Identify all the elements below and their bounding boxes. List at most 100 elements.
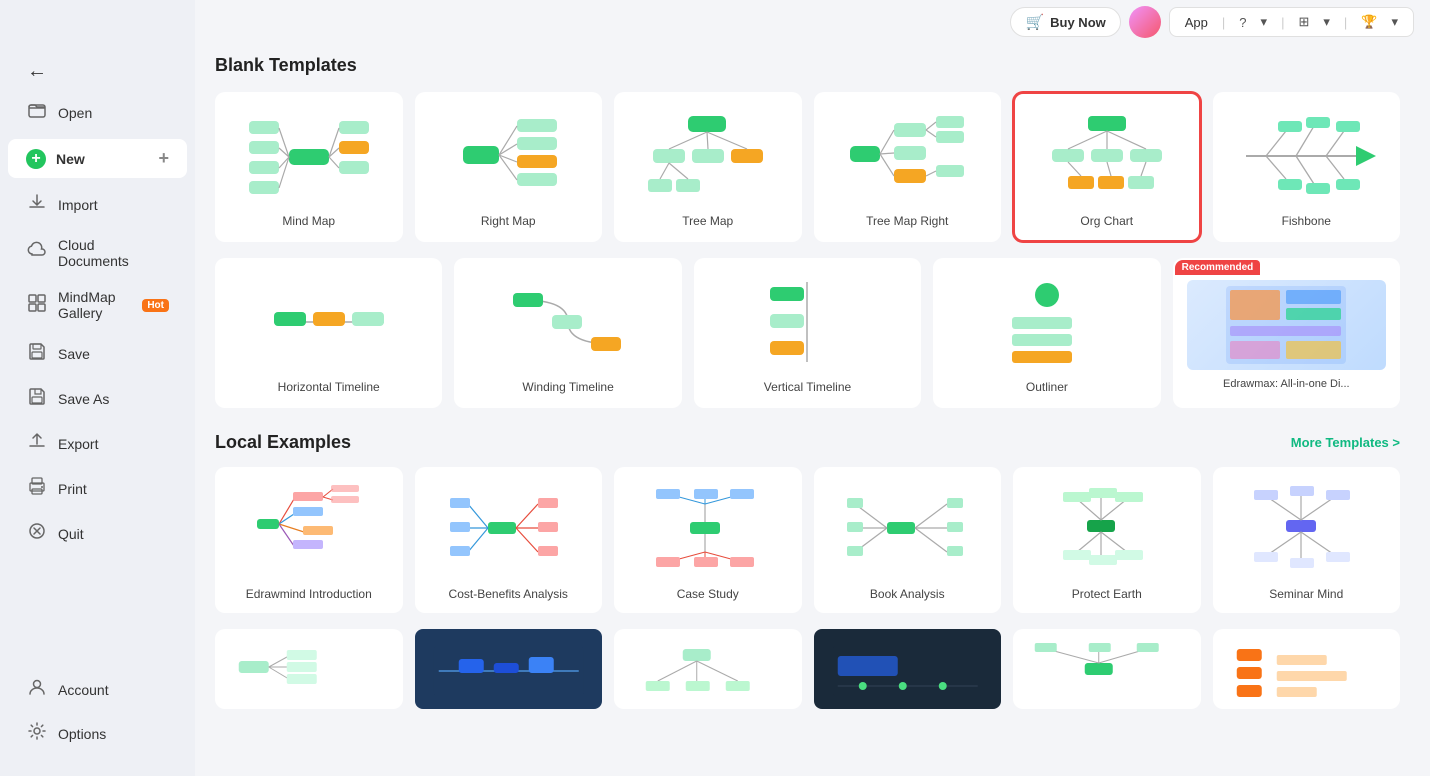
print-icon — [26, 476, 48, 501]
top-bar: 🛒 Buy Now App | ? ▾ | ⊞ ▾ | 🏆 ▾ — [994, 0, 1430, 44]
buy-now-label: Buy Now — [1050, 15, 1106, 30]
cost-benefits-preview — [427, 479, 591, 579]
tree-map-right-preview — [828, 106, 988, 206]
bottom-card-2[interactable] — [415, 629, 603, 709]
sidebar-item-open[interactable]: Open — [8, 91, 187, 134]
example-book-analysis[interactable]: Book Analysis — [814, 467, 1002, 613]
sidebar-item-save[interactable]: Save — [8, 332, 187, 375]
toolbar-divider2: | — [1276, 13, 1289, 32]
template-horizontal-timeline[interactable]: Horizontal Timeline — [215, 258, 442, 408]
back-button[interactable]: ← — [8, 51, 187, 89]
toolbar-divider3: | — [1339, 13, 1352, 32]
horizontal-timeline-label: Horizontal Timeline — [278, 380, 380, 394]
edrawmax-preview — [1187, 280, 1386, 370]
protect-earth-preview — [1025, 479, 1189, 579]
cloud-icon — [26, 241, 48, 266]
grid-chevron[interactable]: ▾ — [1318, 12, 1335, 32]
open-icon — [26, 100, 48, 125]
sidebar-item-account[interactable]: Account — [8, 668, 187, 711]
help-icon[interactable]: ? — [1234, 13, 1251, 32]
right-map-preview — [429, 106, 589, 206]
app-toolbar: App | ? ▾ | ⊞ ▾ | 🏆 ▾ — [1169, 7, 1414, 37]
new-icon: + — [26, 149, 46, 169]
local-examples-title: Local Examples — [215, 432, 351, 453]
sidebar-item-cloud[interactable]: Cloud Documents — [8, 228, 187, 278]
help-chevron[interactable]: ▾ — [1256, 12, 1273, 32]
sidebar-import-label: Import — [58, 197, 98, 213]
sidebar-quit-label: Quit — [58, 526, 84, 542]
sidebar-bottom: Account Options — [0, 667, 195, 766]
import-icon — [26, 192, 48, 217]
horizontal-timeline-preview — [229, 272, 428, 372]
buy-now-button[interactable]: 🛒 Buy Now — [1010, 7, 1120, 37]
outliner-preview — [947, 272, 1146, 372]
sidebar-item-gallery[interactable]: MindMap Gallery Hot — [8, 280, 187, 330]
mind-map-preview — [229, 106, 389, 206]
options-icon — [26, 721, 48, 746]
local-examples-header: Local Examples More Templates > — [215, 432, 1400, 453]
tree-map-label: Tree Map — [682, 214, 733, 228]
case-study-preview — [626, 479, 790, 579]
fishbone-preview — [1227, 106, 1387, 206]
sidebar-new-label: New — [56, 151, 85, 167]
local-examples-grid: Edrawmind Introduction — [215, 467, 1400, 613]
sidebar-save-as-label: Save As — [58, 391, 109, 407]
sidebar-item-new[interactable]: + New + — [8, 139, 187, 178]
bottom-card-3[interactable] — [614, 629, 802, 709]
bottom-card-6[interactable] — [1213, 629, 1401, 709]
sidebar-open-label: Open — [58, 105, 92, 121]
edrawmind-intro-preview — [227, 479, 391, 579]
winding-timeline-label: Winding Timeline — [522, 380, 613, 394]
template-vertical-timeline[interactable]: Vertical Timeline — [694, 258, 921, 408]
blank-templates-grid: Mind Map Right Map — [215, 92, 1400, 242]
example-protect-earth[interactable]: Protect Earth — [1013, 467, 1201, 613]
bottom-card-1[interactable] — [215, 629, 403, 709]
template-tree-map-right[interactable]: Tree Map Right — [814, 92, 1002, 242]
sidebar-item-import[interactable]: Import — [8, 183, 187, 226]
app-label[interactable]: App — [1180, 13, 1213, 32]
example-edrawmind-intro[interactable]: Edrawmind Introduction — [215, 467, 403, 613]
gallery-icon — [26, 293, 48, 318]
main-content: Blank Templates — [195, 0, 1430, 776]
cup-icon[interactable]: 🏆 — [1356, 12, 1382, 32]
template-fishbone[interactable]: Fishbone — [1213, 92, 1401, 242]
toolbar-divider: | — [1217, 13, 1230, 32]
template-edrawmax[interactable]: Recommended Edrawmax: All-in-one Di... — [1173, 258, 1400, 408]
org-chart-label: Org Chart — [1080, 214, 1133, 228]
sidebar-save-label: Save — [58, 346, 90, 362]
sidebar-item-export[interactable]: Export — [8, 422, 187, 465]
edrawmind-intro-label: Edrawmind Introduction — [246, 587, 372, 601]
template-winding-timeline[interactable]: Winding Timeline — [454, 258, 681, 408]
template-org-chart[interactable]: Org Chart — [1013, 92, 1201, 242]
avatar[interactable] — [1129, 6, 1161, 38]
sidebar-item-save-as[interactable]: Save As — [8, 377, 187, 420]
example-seminar-mind[interactable]: Seminar Mind — [1213, 467, 1401, 613]
cart-icon: 🛒 — [1025, 13, 1044, 31]
cup-chevron[interactable]: ▾ — [1386, 12, 1403, 32]
sidebar-item-quit[interactable]: Quit — [8, 512, 187, 555]
quit-icon — [26, 521, 48, 546]
template-mind-map[interactable]: Mind Map — [215, 92, 403, 242]
mind-map-label: Mind Map — [282, 214, 335, 228]
protect-earth-label: Protect Earth — [1072, 587, 1142, 601]
sidebar-account-label: Account — [58, 682, 109, 698]
right-map-label: Right Map — [481, 214, 536, 228]
bottom-card-4[interactable] — [814, 629, 1002, 709]
vertical-timeline-preview — [708, 272, 907, 372]
example-case-study[interactable]: Case Study — [614, 467, 802, 613]
grid-icon[interactable]: ⊞ — [1293, 12, 1314, 32]
sidebar-item-options[interactable]: Options — [8, 712, 187, 755]
back-icon: ← — [26, 60, 48, 83]
blank-templates-grid-2: Horizontal Timeline Winding Timeline — [215, 258, 1400, 408]
template-right-map[interactable]: Right Map — [415, 92, 603, 242]
template-outliner[interactable]: Outliner — [933, 258, 1160, 408]
more-templates-link[interactable]: More Templates > — [1291, 435, 1400, 450]
example-cost-benefits[interactable]: Cost-Benefits Analysis — [415, 467, 603, 613]
template-tree-map[interactable]: Tree Map — [614, 92, 802, 242]
book-analysis-label: Book Analysis — [870, 587, 945, 601]
edrawmax-label: Edrawmax: All-in-one Di... — [1223, 378, 1350, 390]
sidebar-item-print[interactable]: Print — [8, 467, 187, 510]
export-icon — [26, 431, 48, 456]
bottom-card-5[interactable] — [1013, 629, 1201, 709]
tree-map-right-label: Tree Map Right — [866, 214, 948, 228]
